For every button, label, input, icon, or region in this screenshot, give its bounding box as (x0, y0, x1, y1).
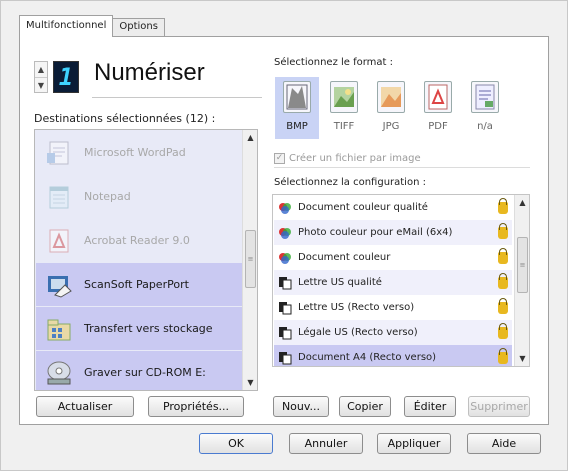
destination-item-notepad[interactable]: Notepad (36, 175, 256, 218)
destination-item-storage[interactable]: Transfert vers stockage (36, 307, 256, 350)
format-option-tiff[interactable]: TIFF (322, 77, 366, 139)
delete-configuration-button[interactable]: Supprimer (468, 396, 530, 417)
create-file-per-image-option[interactable]: ✓ Créer un fichier par image (274, 153, 421, 164)
tab-multifonctionnel[interactable]: Multifonctionnel (19, 15, 114, 37)
configuration-label: Document A4 (Recto verso) (298, 352, 437, 363)
format-name: PDF (428, 121, 448, 132)
format-option-bmp[interactable]: BMP (275, 77, 319, 139)
paperport-icon (44, 270, 74, 300)
destinations-label: Destinations sélectionnées (12) : (34, 112, 216, 125)
format-name: BMP (286, 121, 308, 132)
section-divider (274, 167, 530, 168)
lock-icon (498, 247, 508, 264)
title-divider (92, 97, 262, 98)
destination-item-cdrom[interactable]: Graver sur CD-ROM E: (36, 351, 256, 390)
cdrom-icon (44, 358, 74, 388)
destination-label: Transfert vers stockage (84, 322, 213, 335)
tab-strip: Multifonctionnel Options (19, 15, 165, 37)
copy-configuration-button[interactable]: Copier (339, 396, 391, 417)
edit-configuration-button[interactable]: Éditer (404, 396, 456, 417)
destination-item-acrobat[interactable]: Acrobat Reader 9.0 (36, 219, 256, 262)
destination-label: Acrobat Reader 9.0 (84, 234, 190, 247)
apply-button[interactable]: Appliquer (377, 433, 451, 454)
tab-options[interactable]: Options (112, 18, 165, 37)
scroll-down-icon[interactable]: ▼ (243, 375, 257, 390)
button-number-spinner[interactable]: ▲ ▼ (34, 61, 48, 93)
lock-icon (498, 297, 508, 314)
configuration-item[interactable]: Document A4 (Recto verso) (274, 345, 512, 366)
checkbox-checked-icon[interactable]: ✓ (274, 153, 285, 164)
destination-label: Graver sur CD-ROM E: (84, 366, 206, 379)
bmp-icon (283, 81, 311, 113)
scroll-up-icon[interactable]: ▲ (243, 130, 257, 145)
notepad-icon (44, 182, 74, 212)
refresh-button[interactable]: Actualiser (36, 396, 134, 417)
color-doc-icon (278, 201, 292, 215)
create-file-per-image-label: Créer un fichier par image (289, 153, 421, 164)
help-button[interactable]: Aide (467, 433, 541, 454)
pdf-icon (424, 81, 452, 113)
wordpad-icon (44, 138, 74, 168)
configuration-label: Document couleur qualité (298, 202, 428, 213)
format-option-jpg[interactable]: JPG (369, 77, 413, 139)
bw-doc-icon (278, 326, 292, 340)
lock-icon (498, 222, 508, 239)
lock-icon (498, 347, 508, 364)
tiff-icon (330, 81, 358, 113)
configuration-label: Légale US (Recto verso) (298, 327, 418, 338)
format-name: n/a (477, 121, 493, 132)
storage-icon (44, 314, 74, 344)
destinations-list[interactable]: Microsoft WordPad Notepad Acrobat Reader… (34, 129, 258, 391)
format-name: JPG (382, 121, 400, 132)
ok-button[interactable]: OK (199, 433, 273, 454)
new-configuration-button[interactable]: Nouv... (273, 396, 329, 417)
destination-label: Notepad (84, 190, 131, 203)
scan-properties-dialog: Multifonctionnel Options ▲ ▼ 1 Numériser… (0, 0, 568, 471)
configuration-item[interactable]: Document couleur (274, 245, 512, 270)
spinner-up-icon[interactable]: ▲ (35, 62, 47, 77)
color-doc-icon (278, 251, 292, 265)
acrobat-icon (44, 226, 74, 256)
button-number-lcd: 1 (53, 61, 79, 93)
format-name: TIFF (333, 121, 355, 132)
configuration-item[interactable]: Lettre US qualité (274, 270, 512, 295)
color-photo-icon (278, 226, 292, 240)
scroll-up-icon[interactable]: ▲ (515, 195, 529, 210)
format-label: Sélectionnez le format : (274, 57, 394, 68)
lock-icon (498, 197, 508, 214)
configuration-label: Lettre US qualité (298, 277, 382, 288)
na-icon (471, 81, 499, 113)
jpg-icon (377, 81, 405, 113)
format-option-na[interactable]: n/a (463, 77, 507, 139)
configuration-item[interactable]: Légale US (Recto verso) (274, 320, 512, 345)
scan-button-title: Numériser (94, 59, 205, 86)
bw-doc-icon (278, 351, 292, 365)
configuration-label: Sélectionnez la configuration : (274, 177, 426, 188)
configuration-item[interactable]: Photo couleur pour eMail (6x4) (274, 220, 512, 245)
configuration-item[interactable]: Lettre US (Recto verso) (274, 295, 512, 320)
bw-doc-icon (278, 301, 292, 315)
scroll-thumb[interactable]: ≡ (245, 230, 256, 288)
spinner-down-icon[interactable]: ▼ (35, 77, 47, 92)
configuration-label: Photo couleur pour eMail (6x4) (298, 227, 453, 238)
scroll-down-icon[interactable]: ▼ (515, 351, 529, 366)
properties-button[interactable]: Propriétés... (148, 396, 244, 417)
configuration-item[interactable]: Document couleur qualité (274, 195, 512, 220)
lock-icon (498, 272, 508, 289)
destination-label: ScanSoft PaperPort (84, 278, 189, 291)
configuration-label: Lettre US (Recto verso) (298, 302, 415, 313)
bw-doc-icon (278, 276, 292, 290)
destination-item-wordpad[interactable]: Microsoft WordPad (36, 131, 256, 174)
configuration-list[interactable]: Document couleur qualité Photo couleur p… (272, 194, 530, 367)
destinations-scrollbar[interactable]: ▲ ≡ ▼ (242, 130, 257, 390)
configuration-label: Document couleur (298, 252, 391, 263)
destination-label: Microsoft WordPad (84, 146, 186, 159)
tab-panel: ▲ ▼ 1 Numériser Destinations sélectionné… (19, 36, 549, 425)
scroll-thumb[interactable]: ≡ (517, 237, 528, 293)
lock-icon (498, 322, 508, 339)
destination-item-paperport[interactable]: ScanSoft PaperPort (36, 263, 256, 306)
configuration-scrollbar[interactable]: ▲ ≡ ▼ (514, 195, 529, 366)
format-option-pdf[interactable]: PDF (416, 77, 460, 139)
cancel-button[interactable]: Annuler (289, 433, 363, 454)
